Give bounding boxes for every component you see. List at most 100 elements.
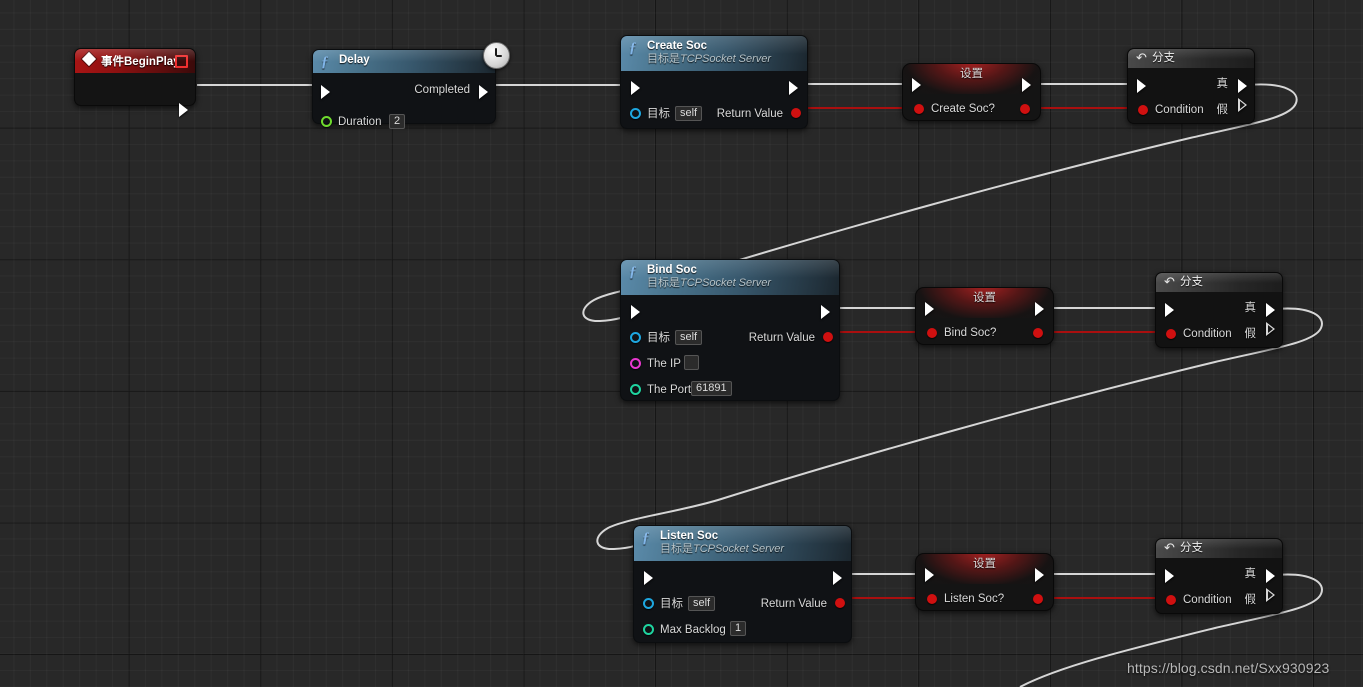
exec-output-pin[interactable] <box>179 103 188 117</box>
false-label: 假 <box>1216 104 1229 116</box>
set-value-input-pin[interactable] <box>914 104 924 114</box>
exec-input-pin[interactable] <box>925 302 934 316</box>
exec-input-pin[interactable] <box>1137 79 1146 93</box>
node-header: ƒ Bind Soc 目标是TCPSocket Server <box>621 260 839 295</box>
exec-input-pin[interactable] <box>631 81 640 95</box>
set-value-input-pin[interactable] <box>927 328 937 338</box>
node-delay[interactable]: ƒ Delay Completed Duration 2 <box>312 42 510 129</box>
exec-output-true-pin[interactable] <box>1266 569 1275 583</box>
target-label: 目标 <box>647 108 670 120</box>
node-header: ↶ 分支 <box>1128 49 1254 68</box>
exec-output-false-pin[interactable] <box>1238 98 1247 123</box>
the-port-value-field[interactable]: 61891 <box>691 381 732 396</box>
exec-output-pin[interactable] <box>821 305 830 319</box>
set-value-output-pin[interactable] <box>1020 104 1030 114</box>
exec-input-pin[interactable] <box>1165 303 1174 317</box>
node-body: Create Soc? <box>903 64 1040 120</box>
the-port-input-pin[interactable] <box>630 384 641 395</box>
true-label: 真 <box>1216 78 1229 90</box>
node-create-soc[interactable]: ƒ Create Soc 目标是TCPSocket Server 目标 self… <box>620 35 808 129</box>
node-header: 事件BeginPlay <box>75 49 195 73</box>
node-body: 目标 self Return Value The IP The Port 618… <box>621 295 839 396</box>
true-label: 真 <box>1244 302 1257 314</box>
exec-output-false-pin[interactable] <box>1266 588 1275 613</box>
node-subtitle-target: TCPSocket Server <box>680 277 772 289</box>
node-set-listen-soc[interactable]: 设置 Listen Soc? <box>915 553 1054 611</box>
node-title: 分支 <box>1152 52 1175 64</box>
node-title: Bind Soc <box>647 264 697 276</box>
return-value-label: Return Value <box>760 598 827 610</box>
exec-output-true-pin[interactable] <box>1238 79 1247 93</box>
node-body: Completed Duration 2 <box>313 73 495 129</box>
node-set-create-soc[interactable]: 设置 Create Soc? <box>902 63 1041 121</box>
exec-input-pin[interactable] <box>321 85 330 99</box>
exec-output-pin[interactable] <box>479 85 488 99</box>
blueprint-graph-canvas[interactable]: 事件BeginPlay ƒ Delay Completed Duration 2… <box>0 0 1363 687</box>
function-f-icon: ƒ <box>629 40 637 56</box>
node-title: Listen Soc <box>660 530 719 542</box>
the-port-label: The Port <box>647 384 692 396</box>
target-label: 目标 <box>660 598 683 610</box>
return-value-output-pin[interactable] <box>835 598 845 608</box>
exec-output-pin[interactable] <box>1035 302 1044 316</box>
branch-icon: ↶ <box>1136 51 1147 66</box>
delegate-output-pin[interactable] <box>175 55 188 68</box>
node-title: Delay <box>339 54 370 66</box>
exec-output-false-pin[interactable] <box>1266 322 1275 347</box>
node-event-begin-play[interactable]: 事件BeginPlay <box>74 48 196 117</box>
exec-output-true-pin[interactable] <box>1266 303 1275 317</box>
duration-label: Duration <box>338 116 382 128</box>
node-subtitle: 目标是TCPSocket Server <box>647 53 797 66</box>
condition-input-pin[interactable] <box>1138 105 1148 115</box>
exec-input-pin[interactable] <box>1165 569 1174 583</box>
true-label: 真 <box>1244 568 1257 580</box>
condition-input-pin[interactable] <box>1166 329 1176 339</box>
the-ip-value-field[interactable] <box>684 355 699 370</box>
node-body: 真 Condition 假 <box>1156 292 1282 340</box>
return-value-output-pin[interactable] <box>823 332 833 342</box>
clock-icon <box>483 42 510 69</box>
set-value-output-pin[interactable] <box>1033 594 1043 604</box>
duration-input-pin[interactable] <box>321 116 332 127</box>
node-body: Listen Soc? <box>916 554 1053 610</box>
function-f-icon: ƒ <box>629 264 637 280</box>
exec-output-pin[interactable] <box>1022 78 1031 92</box>
node-body: 目标 self Return Value <box>621 71 807 121</box>
node-title: Create Soc <box>647 40 708 52</box>
node-set-bind-soc[interactable]: 设置 Bind Soc? <box>915 287 1054 345</box>
node-subtitle-prefix: 目标是 <box>647 277 680 289</box>
node-branch-2[interactable]: ↶ 分支 真 Condition 假 <box>1155 272 1283 348</box>
exec-input-pin[interactable] <box>631 305 640 319</box>
target-input-pin[interactable] <box>643 598 654 609</box>
max-backlog-value-field[interactable]: 1 <box>730 621 747 636</box>
node-subtitle-prefix: 目标是 <box>647 53 680 65</box>
duration-value-field[interactable]: 2 <box>389 114 406 129</box>
target-value-field[interactable]: self <box>688 596 716 611</box>
target-value-field[interactable]: self <box>675 330 703 345</box>
set-value-input-pin[interactable] <box>927 594 937 604</box>
max-backlog-input-pin[interactable] <box>643 624 654 635</box>
node-header: ƒ Delay <box>313 50 495 73</box>
node-listen-soc[interactable]: ƒ Listen Soc 目标是TCPSocket Server 目标 self… <box>633 525 852 643</box>
exec-input-pin[interactable] <box>644 571 653 585</box>
exec-input-pin[interactable] <box>925 568 934 582</box>
target-input-pin[interactable] <box>630 332 641 343</box>
return-value-label: Return Value <box>716 108 783 120</box>
return-value-output-pin[interactable] <box>791 108 801 118</box>
target-value-field[interactable]: self <box>675 106 703 121</box>
exec-output-pin[interactable] <box>789 81 798 95</box>
exec-output-pin[interactable] <box>1035 568 1044 582</box>
node-bind-soc[interactable]: ƒ Bind Soc 目标是TCPSocket Server 目标 self R… <box>620 259 840 401</box>
exec-input-pin[interactable] <box>912 78 921 92</box>
set-value-output-pin[interactable] <box>1033 328 1043 338</box>
target-input-pin[interactable] <box>630 108 641 119</box>
the-ip-input-pin[interactable] <box>630 358 641 369</box>
exec-output-pin[interactable] <box>833 571 842 585</box>
node-branch-3[interactable]: ↶ 分支 真 Condition 假 <box>1155 538 1283 614</box>
condition-input-pin[interactable] <box>1166 595 1176 605</box>
node-title: 事件BeginPlay <box>101 56 180 68</box>
node-branch-1[interactable]: ↶ 分支 真 Condition 假 <box>1127 48 1255 124</box>
node-subtitle: 目标是TCPSocket Server <box>660 543 841 556</box>
exec-output-label: Completed <box>414 84 470 96</box>
node-body: 目标 self Return Value Max Backlog 1 <box>634 561 851 636</box>
